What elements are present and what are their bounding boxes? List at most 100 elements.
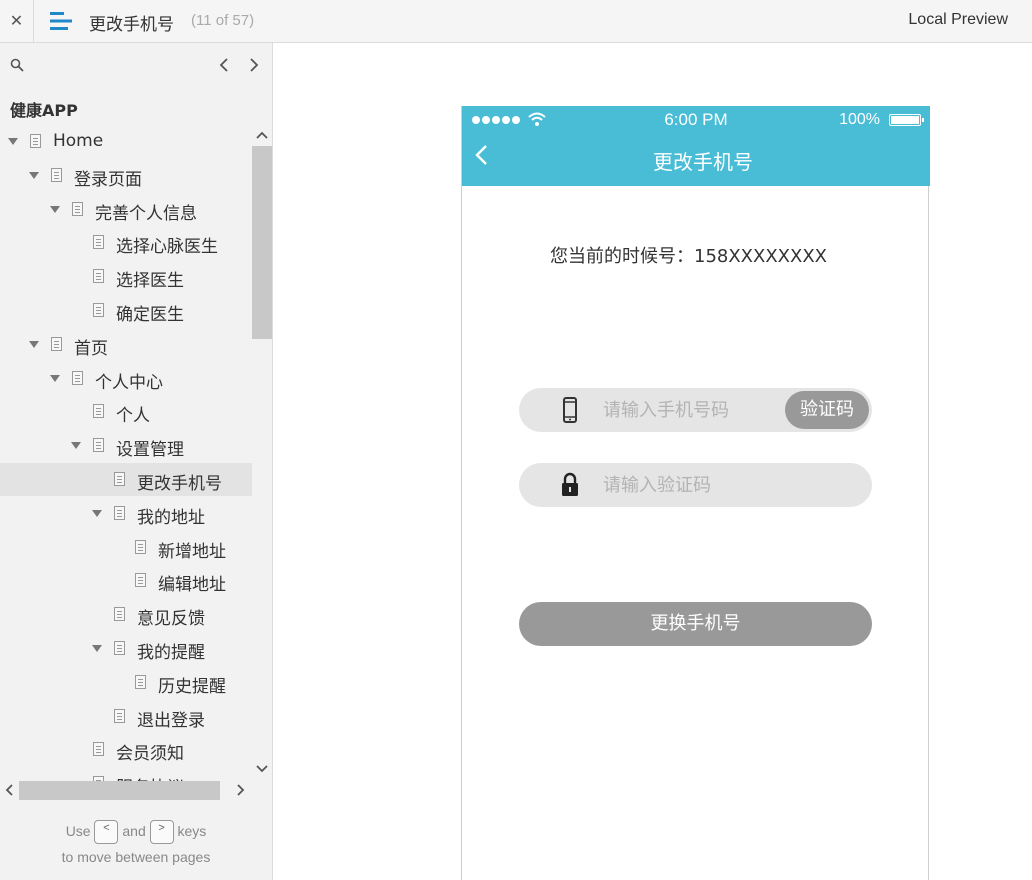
chevron-left-icon [5,784,13,796]
tree-item-label: 首页 [74,338,108,359]
phone-input-field: 验证码 [519,388,872,432]
expand-arrow-icon[interactable] [71,442,81,450]
tree-item-label: 我的提醒 [137,643,205,663]
phone-preview: 6:00 PM 100% 更改手机号 您当前的时候号：158XXXXXXXX 验… [461,106,930,880]
page-icon [51,336,62,351]
close-button[interactable]: ✕ [0,0,34,42]
tree-item-label: 意见反馈 [137,609,205,630]
page-icon [114,607,125,622]
page-tree: Home 登录页面完善个人信息选择心脉医生 选择医生确定医生 首页个人中心个人设置管理… [0,125,252,781]
menu-icon[interactable] [50,11,72,31]
tree-item-label: 我的地址 [137,507,205,528]
tree-item[interactable]: 退出登录 [0,700,252,733]
tree-item[interactable]: 设置管理 [0,429,252,462]
expand-arrow-icon[interactable] [8,138,18,145]
next-page-button[interactable] [246,55,262,75]
scroll-left-button[interactable] [0,779,18,801]
page-icon [135,674,146,689]
chevron-right-icon [237,784,245,796]
current-phone-text: 您当前的时候号：158XXXXXXXX [550,246,828,267]
local-preview-link[interactable]: Local Preview [908,11,1008,29]
chevron-right-icon [250,58,259,72]
expand-arrow-icon[interactable] [92,509,102,517]
tree-item[interactable]: 新增地址 [0,531,252,564]
tree-item[interactable]: 选择医生 [0,260,252,293]
tree-item[interactable]: 会员须知 [0,733,252,766]
tree-item[interactable]: 意见反馈 [0,598,252,631]
code-input-field [519,463,872,507]
tree-item[interactable]: 首页 [0,328,252,361]
search-icon[interactable] [10,58,24,72]
tree-item-label: 编辑地址 [158,575,226,596]
page-counter: (11 of 57) [191,12,255,29]
tree-item-label: 完善个人信息 [95,203,197,224]
tree-item-label: 登录页面 [74,169,142,190]
tree-item[interactable]: 编辑地址 [0,564,252,597]
hint-use: Use [65,823,91,839]
tree-item[interactable]: 历史提醒 [0,666,252,699]
scroll-right-button[interactable] [230,779,252,801]
project-name: 健康APP [10,101,78,120]
page-icon [72,370,83,385]
tree-item-label: 历史提醒 [158,676,226,697]
vertical-scrollbar[interactable] [252,125,272,785]
page-icon [114,708,125,723]
prev-key-badge: < [94,820,119,845]
page-icon [135,539,146,554]
tree-item-label: 新增地址 [158,541,226,562]
page-icon [72,201,83,216]
tree-item[interactable]: 登录页面 [0,159,252,192]
tree-item[interactable]: Home [0,125,252,158]
page-icon [114,505,125,520]
tree-item[interactable]: 选择心脉医生 [0,226,252,259]
tree-item-label: 设置管理 [116,440,184,461]
expand-arrow-icon[interactable] [50,205,60,213]
expand-arrow-icon[interactable] [50,374,60,382]
expand-arrow-icon[interactable] [29,340,39,348]
phone-input[interactable] [603,394,783,426]
close-icon: ✕ [9,13,24,30]
chevron-down-icon [256,765,268,773]
nav-title: 更改手机号 [653,150,753,174]
horizontal-scroll-thumb[interactable] [19,781,220,800]
chevron-left-icon [219,58,228,72]
tree-item-label: 会员须知 [116,744,184,765]
code-input[interactable] [603,469,783,501]
tree-item-label: Home [53,131,104,151]
expand-arrow-icon[interactable] [92,645,102,652]
change-phone-button[interactable]: 更换手机号 [519,602,872,646]
page-icon [93,438,104,453]
vertical-scroll-thumb[interactable] [252,146,272,339]
scroll-down-button[interactable] [252,759,272,779]
page-title: 更改手机号 [89,15,174,35]
get-code-button[interactable]: 验证码 [785,391,869,429]
horizontal-scrollbar[interactable] [0,779,252,801]
tree-item-label: 确定医生 [116,305,184,325]
hint-line2: to move between pages [61,849,211,866]
tree-item-label: 选择医生 [116,271,184,292]
page-icon [93,404,104,419]
tree-item[interactable]: 更改手机号 [0,463,252,496]
tree-item[interactable]: 我的提醒 [0,632,252,665]
tree-item-label: 退出登录 [137,710,205,731]
tree-item[interactable]: 确定医生 [0,294,252,327]
page-icon [93,303,104,317]
page-icon [30,134,41,148]
page-icon [114,472,125,486]
lock-icon [562,472,578,496]
scroll-up-button[interactable] [252,125,272,145]
tree-item[interactable]: 完善个人信息 [0,193,252,226]
expand-arrow-icon[interactable] [29,171,39,179]
tree-item-label: 选择心脉医生 [116,237,218,258]
tree-item[interactable]: 我的地址 [0,497,252,530]
tree-item[interactable]: 个人中心 [0,362,252,395]
keyboard-hint: Use < and > keys to move between pages [0,818,272,870]
tree-item[interactable]: 个人 [0,395,252,428]
page-icon [135,573,146,588]
tree-item-label: 个人 [116,406,150,427]
page-icon [51,167,62,182]
prev-page-button[interactable] [216,55,232,75]
tree-item-label: 更改手机号 [137,474,222,494]
header-bar: 6:00 PM 100% 更改手机号 [462,106,930,186]
hint-and: and [122,823,146,839]
